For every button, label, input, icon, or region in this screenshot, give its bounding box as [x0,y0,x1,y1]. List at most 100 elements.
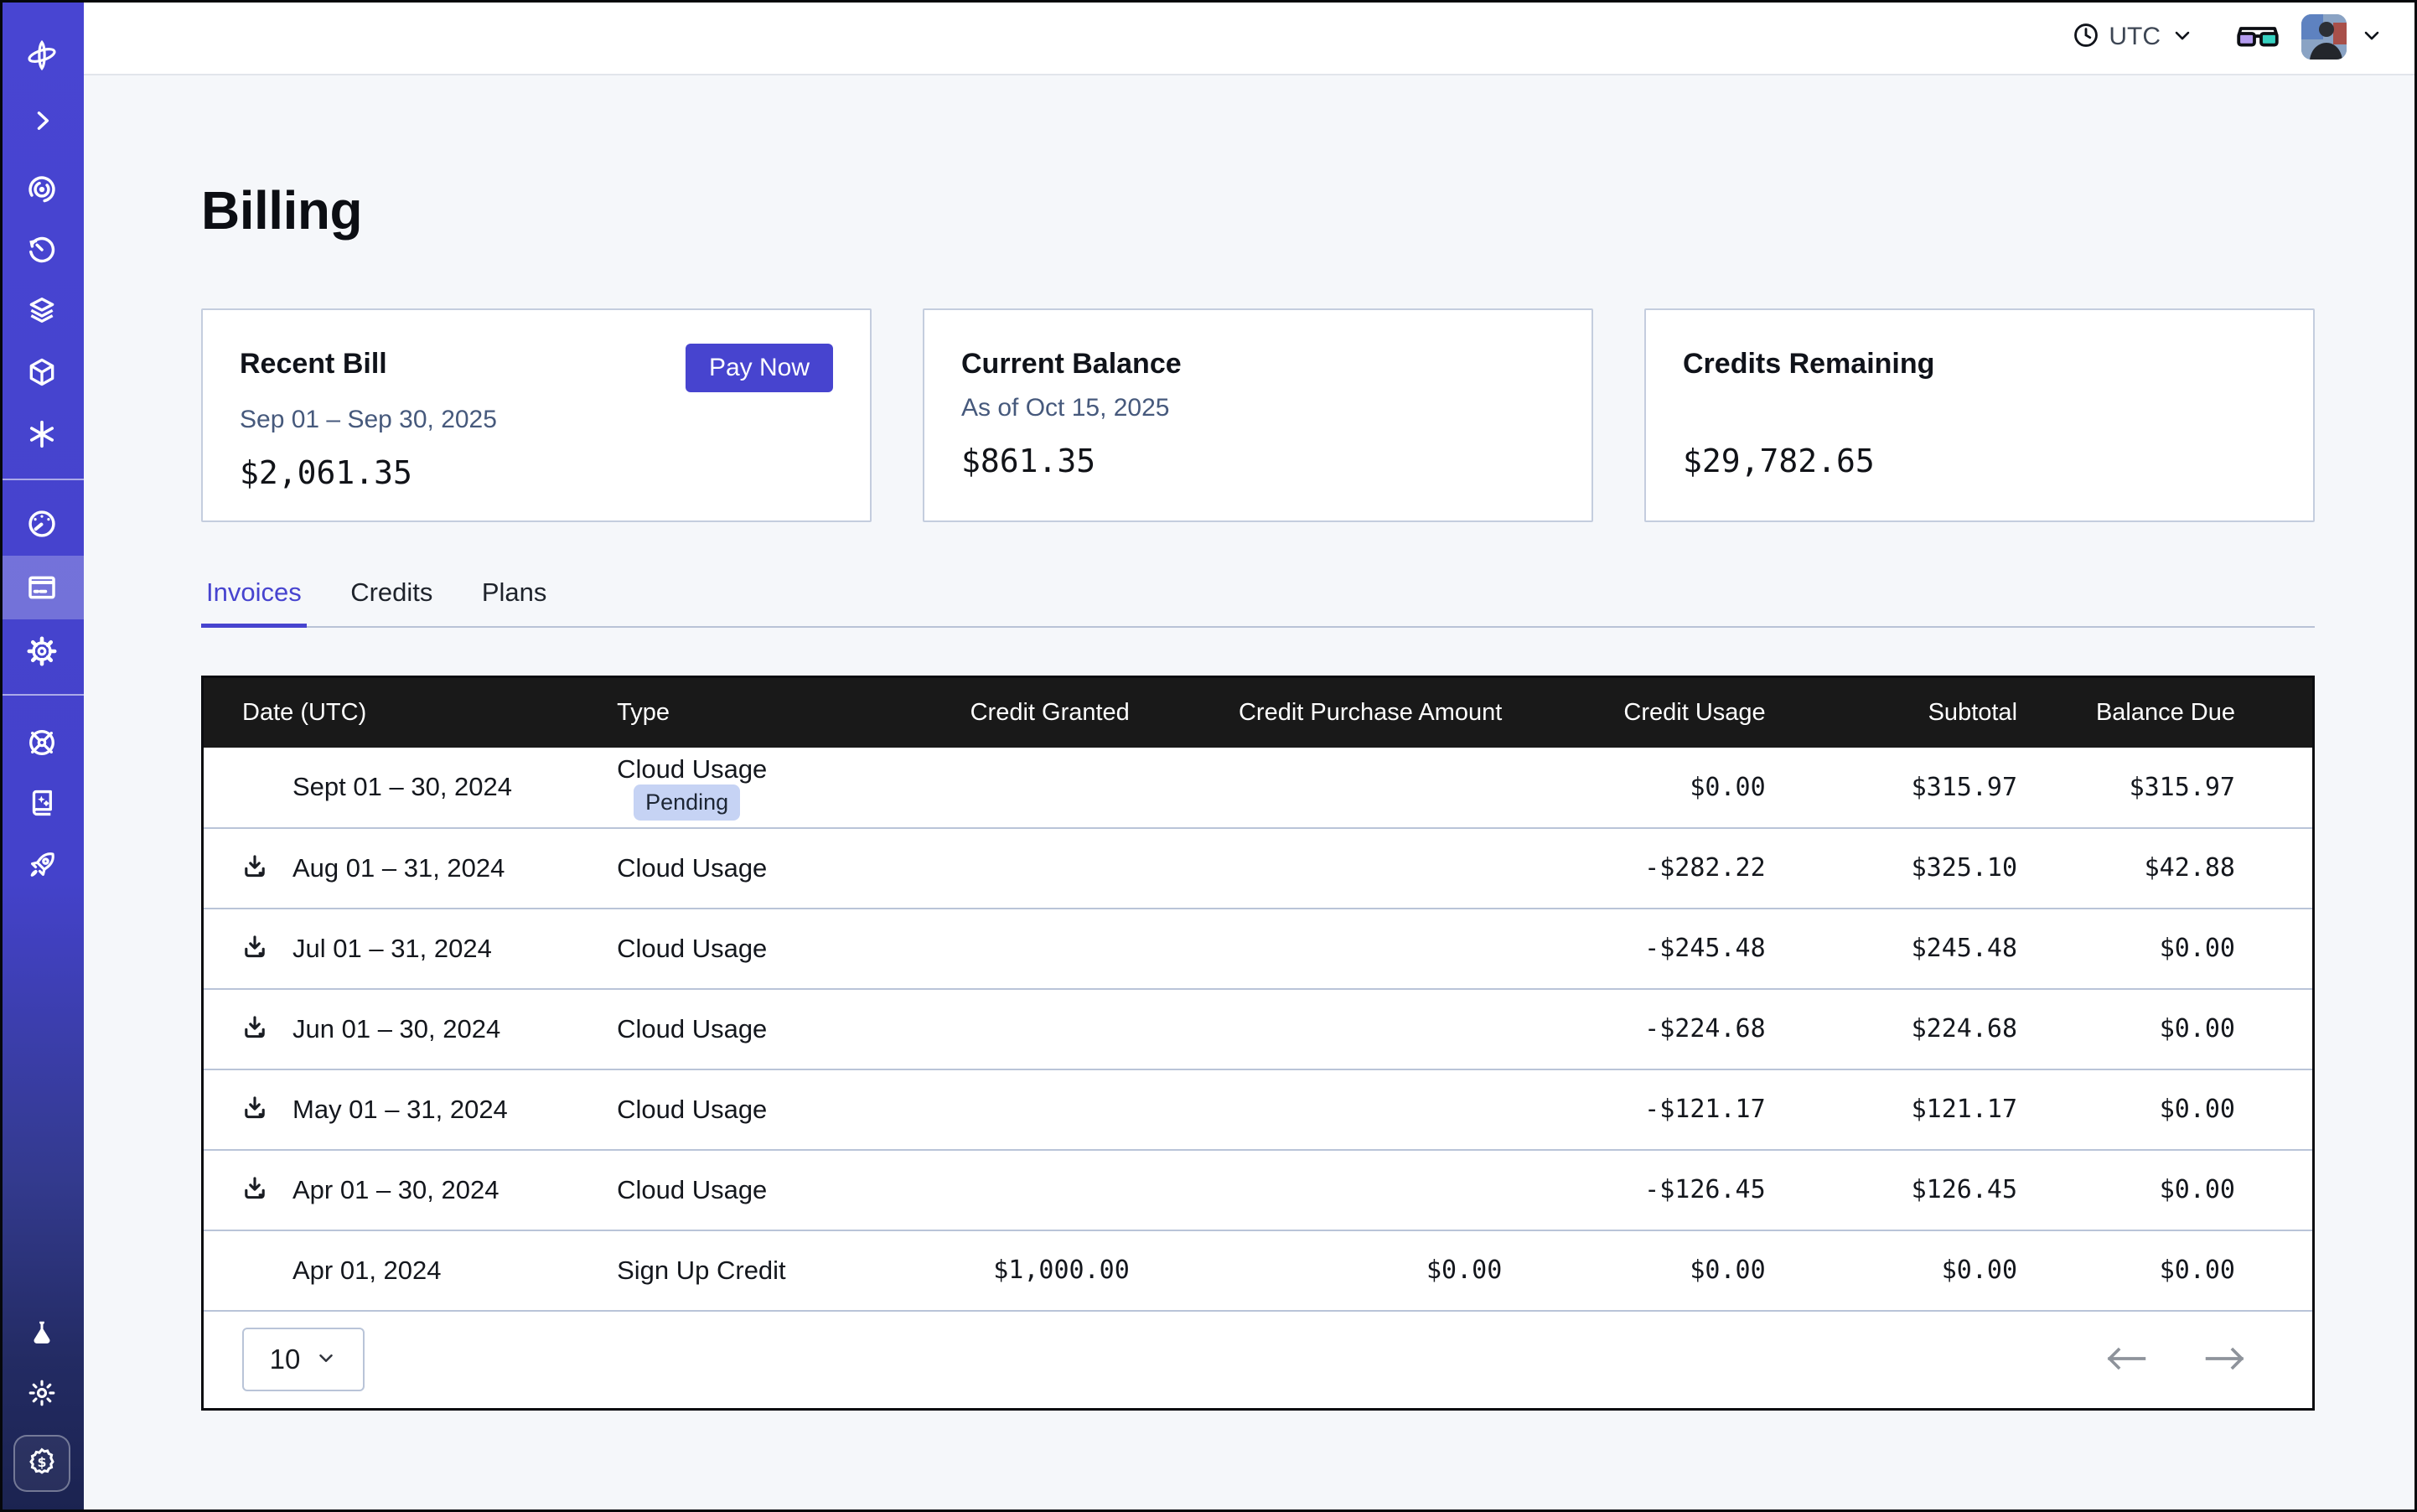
download-icon [241,1013,269,1044]
subtotal-value: $245.48 [1766,909,2017,989]
card-title: Recent Bill [240,347,387,381]
credit-granted-value: $1,000.00 [837,1230,1129,1311]
invoice-type: Cloud Usage [617,934,767,963]
download-invoice-button[interactable] [241,933,269,964]
subtotal-value: $126.45 [1766,1150,2017,1230]
download-invoice-button[interactable] [241,1174,269,1205]
balance-due-value: $0.00 [2017,1150,2313,1230]
sidebar-item-logo[interactable] [0,23,84,87]
table-row: May 01 – 31, 2024 Cloud Usage -$121.17 $… [203,1069,2314,1150]
download-invoice-button[interactable] [241,1094,269,1125]
download-invoice-button[interactable] [241,1013,269,1044]
credit-granted-value [837,989,1129,1069]
invoice-type: Sign Up Credit [617,1256,786,1285]
sidebar-item-billing-shortcut[interactable]: $ [13,1435,70,1492]
pagination-row: 10 [203,1311,2314,1410]
recent-bill-card: Recent Bill Pay Now Sep 01 – Sep 30, 202… [201,308,872,522]
tab-invoices[interactable]: Invoices [201,577,307,626]
arrow-left-icon [2104,1344,2148,1375]
chevron-right-icon [28,106,56,135]
sidebar: $ [0,0,84,1512]
sidebar-item-labs[interactable] [0,1301,84,1364]
download-icon [241,1094,269,1125]
invoice-date: May 01 – 31, 2024 [292,1095,508,1125]
subtotal-value: $315.97 [1766,748,2017,828]
table-row: Aug 01 – 31, 2024 Cloud Usage -$282.22 $… [203,828,2314,909]
svg-text:$: $ [37,1453,46,1469]
tab-credits[interactable]: Credits [345,577,437,626]
sidebar-item-collapse[interactable] [0,89,84,153]
chevron-down-icon [315,1344,337,1375]
credits-remaining-card: Credits Remaining $29,782.65 [1644,308,2315,522]
sidebar-item-vision[interactable] [0,158,84,221]
column-header-credit-granted: Credit Granted [837,677,1129,748]
card-title: Current Balance [961,347,1182,381]
subtotal-value: $121.17 [1766,1069,2017,1150]
column-header-credit-usage: Credit Usage [1502,677,1765,748]
wheel-icon [26,727,58,759]
column-header-date: Date (UTC) [203,677,618,748]
status-badge: Pending [634,784,740,821]
sidebar-divider [0,694,84,696]
gauge-icon [26,508,58,540]
sidebar-item-asterisk[interactable] [0,402,84,466]
sidebar-item-settings[interactable] [0,619,84,683]
credit-granted-value [837,1150,1129,1230]
table-row: Apr 01, 2024 Sign Up Credit $1,000.00 $0… [203,1230,2314,1311]
subtotal-value: $0.00 [1766,1230,2017,1311]
timezone-selector[interactable]: UTC [2072,21,2194,54]
credit-usage-value: -$126.45 [1502,1150,1765,1230]
sidebar-item-launch[interactable] [0,833,84,897]
sidebar-item-theme[interactable] [0,1361,84,1425]
timer-icon [26,234,58,266]
column-header-balance-due: Balance Due [2017,677,2313,748]
table-row: Apr 01 – 30, 2024 Cloud Usage -$126.45 $… [203,1150,2314,1230]
sidebar-item-usage-dashboard[interactable] [0,492,84,556]
pay-now-button[interactable]: Pay Now [686,344,833,392]
arrow-right-icon [2203,1344,2247,1375]
card-subtitle [1683,392,2276,424]
user-avatar[interactable] [2301,14,2347,60]
sidebar-item-billing[interactable] [0,556,84,619]
card-subtitle: Sep 01 – Sep 30, 2025 [240,404,833,436]
sidebar-item-control[interactable] [0,711,84,774]
sidebar-item-layers[interactable] [0,278,84,342]
next-page-button[interactable] [2203,1344,2247,1375]
invoice-type: Cloud Usage [617,754,767,784]
download-icon [241,933,269,964]
download-invoice-button[interactable] [241,852,269,883]
tab-plans[interactable]: Plans [477,577,552,626]
invoice-type: Cloud Usage [617,1014,767,1043]
sidebar-item-docs[interactable] [0,771,84,835]
credits-remaining-amount: $29,782.65 [1683,443,2276,479]
balance-due-value: $42.88 [2017,828,2313,909]
credit-granted-value [837,909,1129,989]
previous-page-button[interactable] [2104,1344,2148,1375]
subtotal-value: $224.68 [1766,989,2017,1069]
credit-usage-value: $0.00 [1502,1230,1765,1311]
logo-orbit-icon [25,39,59,72]
credit-usage-value: -$282.22 [1502,828,1765,909]
balance-due-value: $0.00 [2017,1069,2313,1150]
balance-due-value: $0.00 [2017,989,2313,1069]
cube-icon [26,356,58,388]
glasses-icon[interactable] [2236,20,2280,54]
invoice-type: Cloud Usage [617,1095,767,1124]
sidebar-item-cube[interactable] [0,340,84,404]
main-content: Billing Recent Bill Pay Now Sep 01 – Sep… [84,75,2417,1512]
page-size-select[interactable]: 10 [242,1328,365,1391]
invoice-date: Aug 01 – 31, 2024 [292,853,505,883]
sidebar-item-timer[interactable] [0,218,84,282]
clock-icon [2072,21,2100,54]
credit-purchase-value [1130,989,1503,1069]
asterisk-icon [26,418,58,450]
invoice-date: Jun 01 – 30, 2024 [292,1014,500,1044]
credit-purchase-value [1130,909,1503,989]
credit-purchase-value [1130,828,1503,909]
chevron-down-icon[interactable] [2360,23,2383,51]
download-icon [241,1174,269,1205]
chevron-down-icon [2171,23,2194,51]
table-row: Jun 01 – 30, 2024 Cloud Usage -$224.68 $… [203,989,2314,1069]
column-header-type: Type [617,677,837,748]
credit-usage-value: -$121.17 [1502,1069,1765,1150]
